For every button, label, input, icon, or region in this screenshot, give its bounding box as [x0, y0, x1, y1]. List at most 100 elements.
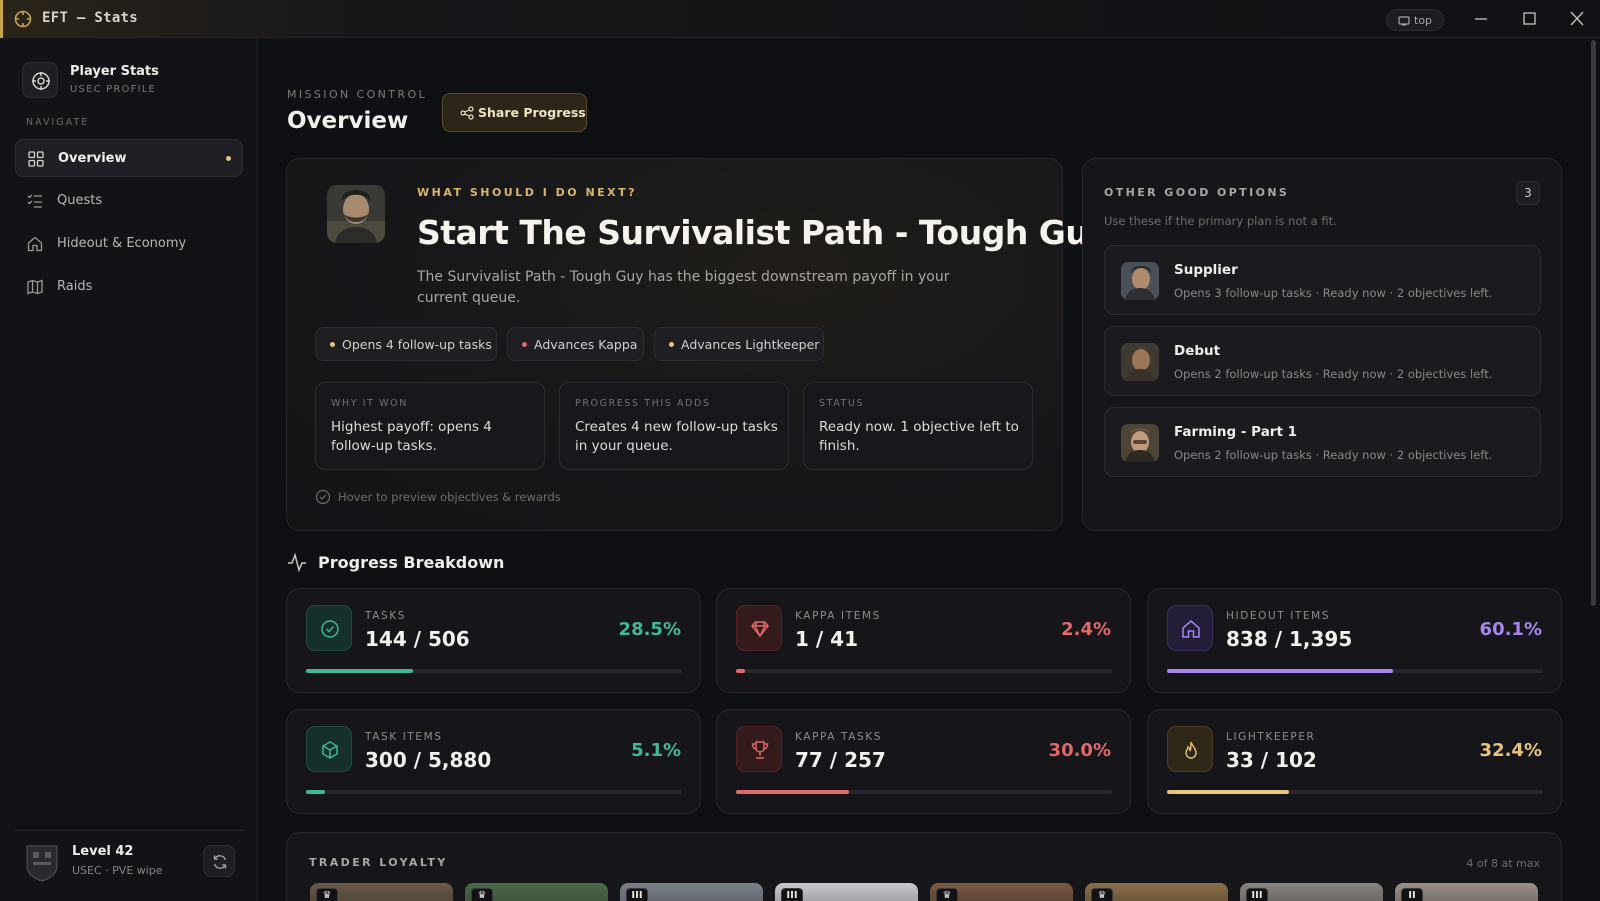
loyalty-badge: ♛: [1091, 888, 1113, 901]
stat-label: LIGHTKEEPER: [1226, 731, 1316, 743]
option-detail: Opens 2 follow-up tasks · Ready now · 2 …: [1174, 367, 1493, 381]
stat-label: TASK ITEMS: [365, 731, 443, 743]
chip-dot: [669, 342, 674, 347]
chip-follow-up: Opens 4 follow-up tasks: [315, 327, 497, 361]
info-box-heading: PROGRESS THIS ADDS: [575, 398, 711, 409]
close-icon[interactable]: [1566, 9, 1588, 29]
section-title: Progress Breakdown: [318, 553, 505, 572]
progress-bar-fill: [1167, 669, 1393, 673]
option-item-debut[interactable]: Debut Opens 2 follow-up tasks · Ready no…: [1104, 326, 1541, 396]
map-icon: [27, 279, 43, 295]
refresh-button[interactable]: [203, 845, 235, 877]
sidebar-item-label: Overview: [58, 151, 127, 166]
loyalty-badge: II: [1401, 888, 1423, 901]
progress-bar-fill: [1167, 790, 1289, 794]
stat-value: 144 / 506: [365, 627, 470, 651]
stat-icon-box: [1167, 605, 1213, 651]
progress-bar-track: [306, 669, 682, 673]
options-subtitle: Use these if the primary plan is not a f…: [1104, 214, 1337, 228]
quest-giver-avatar: [327, 185, 385, 243]
stat-card-hideout-items: HIDEOUT ITEMS 838 / 1,395 60.1%: [1147, 588, 1562, 693]
stat-value: 838 / 1,395: [1226, 627, 1353, 651]
share-label: Share Progress: [478, 105, 586, 120]
trader-avatar: [1121, 262, 1159, 300]
sidebar-item-label: Quests: [57, 193, 103, 208]
sidebar-item-raids[interactable]: Raids: [15, 268, 243, 306]
trader-card[interactable]: III: [1240, 883, 1383, 901]
stat-icon-box: [306, 605, 352, 651]
share-progress-button[interactable]: Share Progress: [442, 93, 587, 132]
trader-card[interactable]: ♛: [310, 883, 453, 901]
progress-bar-fill: [306, 669, 414, 673]
grid-icon: [28, 151, 44, 167]
player-faction: USEC · PVE wipe: [72, 864, 163, 877]
chip-label: Advances Lightkeeper: [681, 337, 820, 352]
activity-icon: [288, 552, 306, 572]
page-scrollbar[interactable]: [1591, 40, 1596, 606]
stat-percent: 30.0%: [1048, 740, 1111, 761]
trader-card[interactable]: III: [775, 883, 918, 901]
stat-percent: 5.1%: [631, 740, 681, 761]
share-icon: [460, 106, 474, 120]
checklist-icon: [27, 194, 42, 208]
check-circle-icon: [315, 489, 331, 505]
pin-label: top: [1414, 14, 1433, 27]
hero-eyebrow: WHAT SHOULD I DO NEXT?: [417, 186, 638, 199]
progress-bar-track: [1167, 669, 1543, 673]
loyalty-badge: III: [781, 888, 803, 901]
stat-card-kappa-tasks: KAPPA TASKS 77 / 257 30.0%: [716, 709, 1131, 814]
maximize-icon[interactable]: [1518, 9, 1540, 29]
trader-card[interactable]: ♛: [465, 883, 608, 901]
trader-card[interactable]: ♛: [930, 883, 1073, 901]
sidebar-item-label: Hideout & Economy: [57, 236, 187, 251]
recommended-task-title[interactable]: Start The Survivalist Path - Tough Guy: [417, 213, 1110, 252]
loyalty-badge: ♛: [316, 888, 338, 901]
progress-bar-track: [1167, 790, 1543, 794]
stat-percent: 60.1%: [1479, 619, 1542, 640]
option-item-supplier[interactable]: Supplier Opens 3 follow-up tasks · Ready…: [1104, 245, 1541, 315]
why-it-won-box: WHY IT WON Highest payoff: opens 4 follo…: [315, 382, 545, 470]
stat-label: HIDEOUT ITEMS: [1226, 610, 1331, 622]
minimize-icon[interactable]: [1470, 9, 1492, 29]
chip-label: Opens 4 follow-up tasks: [342, 337, 492, 352]
sidebar-item-hideout[interactable]: Hideout & Economy: [15, 225, 243, 263]
sidebar-item-quests[interactable]: Quests: [15, 182, 243, 220]
profile-icon: [22, 62, 58, 98]
pin-icon: [1398, 16, 1410, 26]
chip-dot: [522, 342, 527, 347]
pin-top-toggle[interactable]: top: [1386, 9, 1444, 31]
stat-value: 1 / 41: [795, 627, 858, 651]
sidebar-item-overview[interactable]: Overview: [15, 139, 243, 177]
trader-avatar: [1121, 343, 1159, 381]
title-bar-accent: [0, 0, 3, 38]
stat-icon-box: [736, 726, 782, 772]
options-title: OTHER GOOD OPTIONS: [1104, 186, 1290, 199]
trader-card[interactable]: III: [620, 883, 763, 901]
profile-subtitle: USEC PROFILE: [70, 84, 156, 95]
info-box-heading: STATUS: [819, 398, 865, 409]
options-count-badge: 3: [1516, 181, 1540, 205]
crosshair-logo-icon: [14, 10, 32, 28]
stat-value: 300 / 5,880: [365, 748, 492, 772]
option-detail: Opens 2 follow-up tasks · Ready now · 2 …: [1174, 448, 1493, 462]
info-box-text: Creates 4 new follow-up tasks in your qu…: [575, 419, 778, 454]
chip-kappa: Advances Kappa: [507, 327, 644, 361]
trader-card[interactable]: ♛: [1085, 883, 1228, 901]
active-indicator-dot: [226, 156, 231, 161]
stat-card-task-items: TASK ITEMS 300 / 5,880 5.1%: [286, 709, 701, 814]
option-item-farming[interactable]: Farming - Part 1 Opens 2 follow-up tasks…: [1104, 407, 1541, 477]
trader-card[interactable]: II: [1395, 883, 1538, 901]
page-eyebrow: MISSION CONTROL: [287, 88, 428, 101]
chip-label: Advances Kappa: [534, 337, 638, 352]
refresh-icon: [213, 855, 227, 869]
hover-hint-text: Hover to preview objectives & rewards: [338, 490, 561, 504]
trader-max-count: 4 of 8 at max: [1466, 857, 1540, 870]
stat-icon-box: [736, 605, 782, 651]
info-box-heading: WHY IT WON: [331, 398, 408, 409]
trader-avatar: [1121, 424, 1159, 462]
stat-icon-box: [306, 726, 352, 772]
next-step-card: WHAT SHOULD I DO NEXT? Start The Surviva…: [286, 158, 1110, 531]
stat-percent: 2.4%: [1061, 619, 1111, 640]
check-circle-icon: [321, 620, 339, 638]
sidebar-item-label: Raids: [57, 279, 93, 294]
